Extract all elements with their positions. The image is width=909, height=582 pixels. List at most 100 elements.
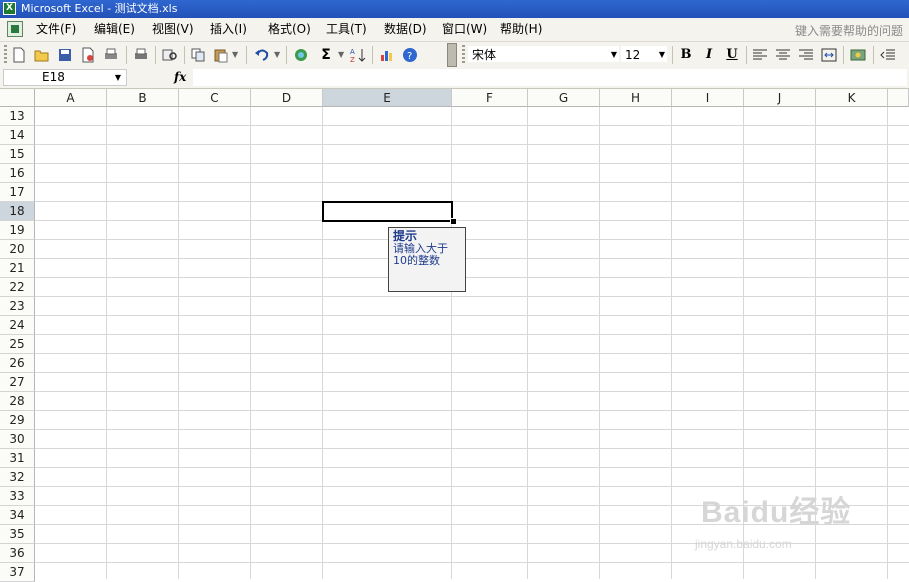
- new-icon[interactable]: [11, 47, 27, 63]
- row-header-27[interactable]: 27: [0, 373, 35, 392]
- window-title: Microsoft Excel - 测试文档.xls: [21, 2, 178, 15]
- menu-data[interactable]: 数据(D): [384, 22, 427, 37]
- column-header-i[interactable]: I: [672, 89, 744, 107]
- workbook-icon[interactable]: [7, 21, 23, 37]
- permission-icon[interactable]: [80, 47, 96, 63]
- select-all-button[interactable]: [0, 89, 35, 107]
- print-icon[interactable]: [103, 47, 119, 63]
- paste-dropdown-icon[interactable]: ▼: [232, 50, 238, 59]
- watermark-main-text: Baidu经验: [701, 496, 852, 529]
- excel-app-icon[interactable]: X: [3, 2, 16, 15]
- bold-button[interactable]: B: [676, 46, 696, 64]
- row-header-28[interactable]: 28: [0, 392, 35, 411]
- align-center-icon[interactable]: [775, 47, 791, 63]
- column-header-a[interactable]: A: [35, 89, 107, 107]
- help-icon[interactable]: ?: [402, 47, 418, 63]
- column-header-partial[interactable]: [888, 89, 909, 107]
- row-header-15[interactable]: 15: [0, 145, 35, 164]
- svg-text:A: A: [350, 48, 355, 56]
- row-header-25[interactable]: 25: [0, 335, 35, 354]
- toolbar-separator: [246, 46, 247, 64]
- row-header-31[interactable]: 31: [0, 449, 35, 468]
- align-left-icon[interactable]: [752, 47, 768, 63]
- gridline: [599, 107, 600, 579]
- row-header-30[interactable]: 30: [0, 430, 35, 449]
- menu-file[interactable]: 文件(F): [36, 22, 76, 37]
- formula-input[interactable]: [193, 69, 907, 86]
- row-header-21[interactable]: 21: [0, 259, 35, 278]
- merge-center-icon[interactable]: [821, 47, 837, 63]
- row-header-29[interactable]: 29: [0, 411, 35, 430]
- menu-view[interactable]: 视图(V): [152, 22, 194, 37]
- menu-window[interactable]: 窗口(W): [442, 22, 487, 37]
- font-size-select[interactable]: 12 ▼: [620, 45, 668, 63]
- undo-icon[interactable]: [254, 47, 270, 63]
- gridline: [106, 107, 107, 579]
- toolbar-options-button[interactable]: [447, 43, 457, 67]
- print-preview-icon[interactable]: [133, 47, 149, 63]
- italic-button[interactable]: I: [699, 46, 719, 64]
- column-header-e[interactable]: E: [323, 89, 452, 107]
- fill-handle[interactable]: [450, 218, 457, 225]
- insert-function-button[interactable]: fx: [174, 70, 186, 84]
- underline-button[interactable]: U: [722, 46, 742, 64]
- open-icon[interactable]: [34, 47, 50, 63]
- row-header-37[interactable]: 37: [0, 563, 35, 582]
- row-header-17[interactable]: 17: [0, 183, 35, 202]
- column-header-b[interactable]: B: [107, 89, 179, 107]
- column-header-j[interactable]: J: [744, 89, 816, 107]
- row-header-34[interactable]: 34: [0, 506, 35, 525]
- toolbar-grip[interactable]: [462, 45, 465, 65]
- research-icon[interactable]: [162, 47, 178, 63]
- row-header-19[interactable]: 19: [0, 221, 35, 240]
- column-header-f[interactable]: F: [452, 89, 528, 107]
- row-header-35[interactable]: 35: [0, 525, 35, 544]
- toolbar-separator: [184, 46, 185, 64]
- menu-insert[interactable]: 插入(I): [210, 22, 247, 37]
- row-header-13[interactable]: 13: [0, 107, 35, 126]
- decrease-indent-icon[interactable]: [880, 47, 896, 63]
- currency-icon[interactable]: [850, 47, 866, 63]
- row-header-36[interactable]: 36: [0, 544, 35, 563]
- name-box[interactable]: E18 ▼: [3, 69, 127, 86]
- autosum-icon[interactable]: Σ: [318, 47, 334, 63]
- menu-format[interactable]: 格式(O): [268, 22, 311, 37]
- row-header-24[interactable]: 24: [0, 316, 35, 335]
- hyperlink-icon[interactable]: [293, 47, 309, 63]
- undo-dropdown-icon[interactable]: ▼: [274, 50, 280, 59]
- menu-tools[interactable]: 工具(T): [326, 22, 367, 37]
- font-name-select[interactable]: 宋体 ▼: [467, 45, 620, 63]
- menu-help[interactable]: 帮助(H): [500, 22, 542, 37]
- input-message-body: 请输入大于10的整数: [393, 242, 448, 267]
- chevron-down-icon: ▼: [658, 50, 665, 59]
- paste-icon[interactable]: [213, 47, 229, 63]
- row-header-16[interactable]: 16: [0, 164, 35, 183]
- menu-bar: 文件(F) 编辑(E) 视图(V) 插入(I) 格式(O) 工具(T) 数据(D…: [0, 18, 909, 42]
- copy-icon[interactable]: [190, 47, 206, 63]
- sort-ascending-icon[interactable]: AZ: [350, 47, 366, 63]
- row-header-18[interactable]: 18: [0, 202, 35, 221]
- gridline: [671, 107, 672, 579]
- toolbar-separator: [126, 46, 127, 64]
- toolbar-grip[interactable]: [4, 45, 7, 65]
- row-header-32[interactable]: 32: [0, 468, 35, 487]
- chevron-down-icon[interactable]: ▼: [115, 70, 121, 85]
- row-header-20[interactable]: 20: [0, 240, 35, 259]
- row-header-33[interactable]: 33: [0, 487, 35, 506]
- row-header-14[interactable]: 14: [0, 126, 35, 145]
- column-header-h[interactable]: H: [600, 89, 672, 107]
- column-header-g[interactable]: G: [528, 89, 600, 107]
- help-search-input[interactable]: 键入需要帮助的问题: [795, 22, 903, 39]
- active-cell[interactable]: [322, 201, 453, 222]
- autosum-dropdown-icon[interactable]: ▼: [338, 50, 344, 59]
- align-right-icon[interactable]: [798, 47, 814, 63]
- chart-wizard-icon[interactable]: [379, 47, 395, 63]
- menu-edit[interactable]: 编辑(E): [94, 22, 135, 37]
- column-header-k[interactable]: K: [816, 89, 888, 107]
- column-header-c[interactable]: C: [179, 89, 251, 107]
- row-header-26[interactable]: 26: [0, 354, 35, 373]
- column-header-d[interactable]: D: [251, 89, 323, 107]
- row-header-23[interactable]: 23: [0, 297, 35, 316]
- row-header-22[interactable]: 22: [0, 278, 35, 297]
- save-icon[interactable]: [57, 47, 73, 63]
